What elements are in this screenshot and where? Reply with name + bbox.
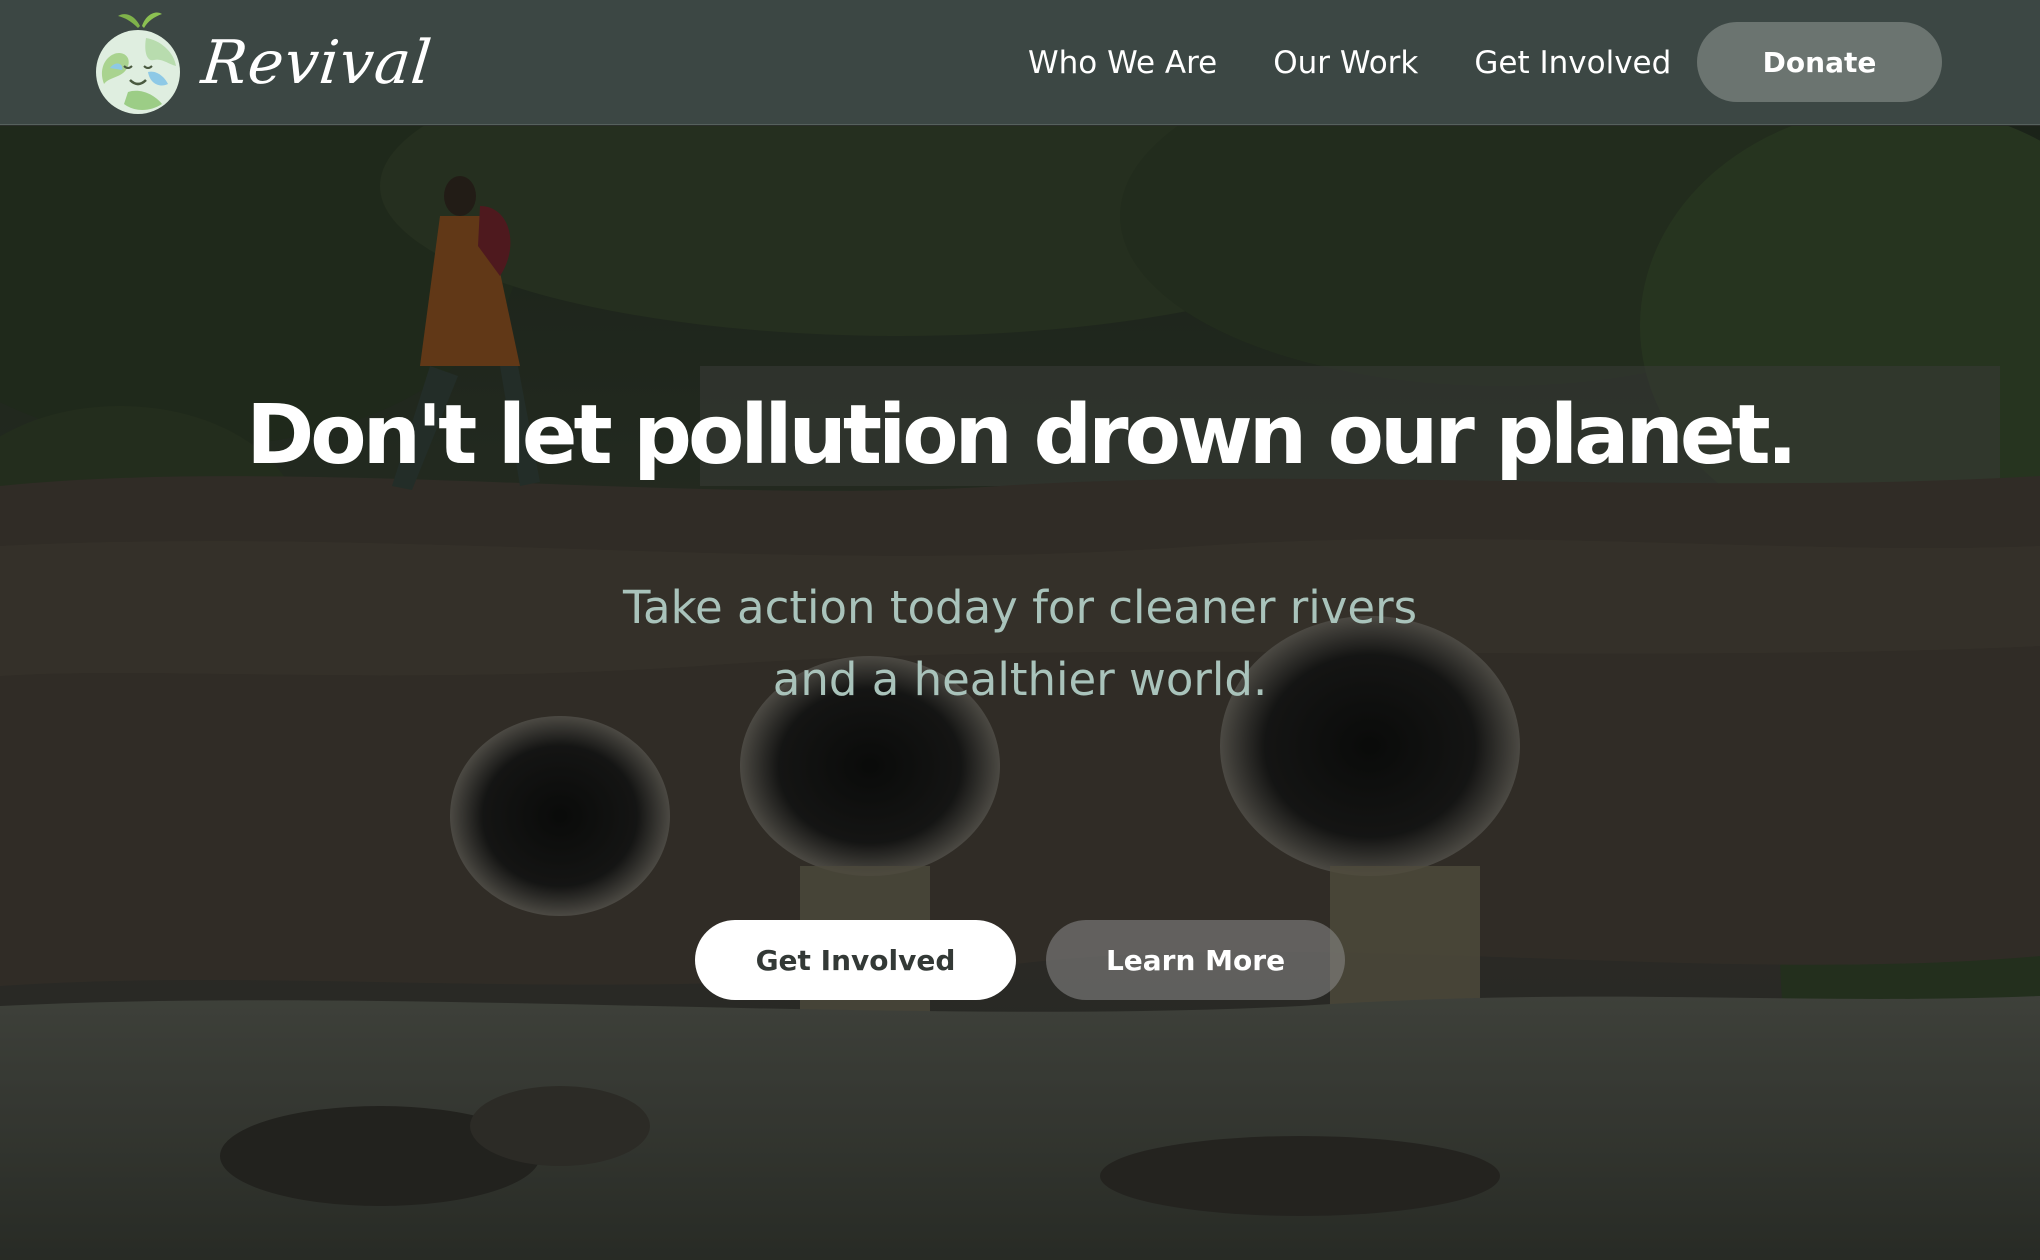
brand-name: Revival [198,28,436,98]
learn-more-button[interactable]: Learn More [1046,920,1345,1000]
nav-link-our-work[interactable]: Our Work [1273,45,1418,81]
nav-link-get-involved[interactable]: Get Involved [1474,45,1671,81]
donate-button[interactable]: Donate [1697,22,1942,102]
hero-subtitle-line-2: and a healthier world. [772,653,1268,706]
earth-globe-icon [96,12,180,114]
main-nav: Who We Are Our Work Get Involved [1028,0,1671,125]
hero-subtitle-line-1: Take action today for cleaner rivers [622,581,1418,634]
hero-subtitle: Take action today for cleaner rivers and… [0,572,2040,716]
nav-link-who-we-are[interactable]: Who We Are [1028,45,1217,81]
hero-section: Don't let pollution drown our planet. Ta… [0,126,2040,1260]
site-header: Revival Who We Are Our Work Get Involved… [0,0,2040,125]
hero-title: Don't let pollution drown our planet. [246,388,1798,483]
logo-link[interactable]: Revival [88,8,436,118]
get-involved-button[interactable]: Get Involved [695,920,1016,1000]
